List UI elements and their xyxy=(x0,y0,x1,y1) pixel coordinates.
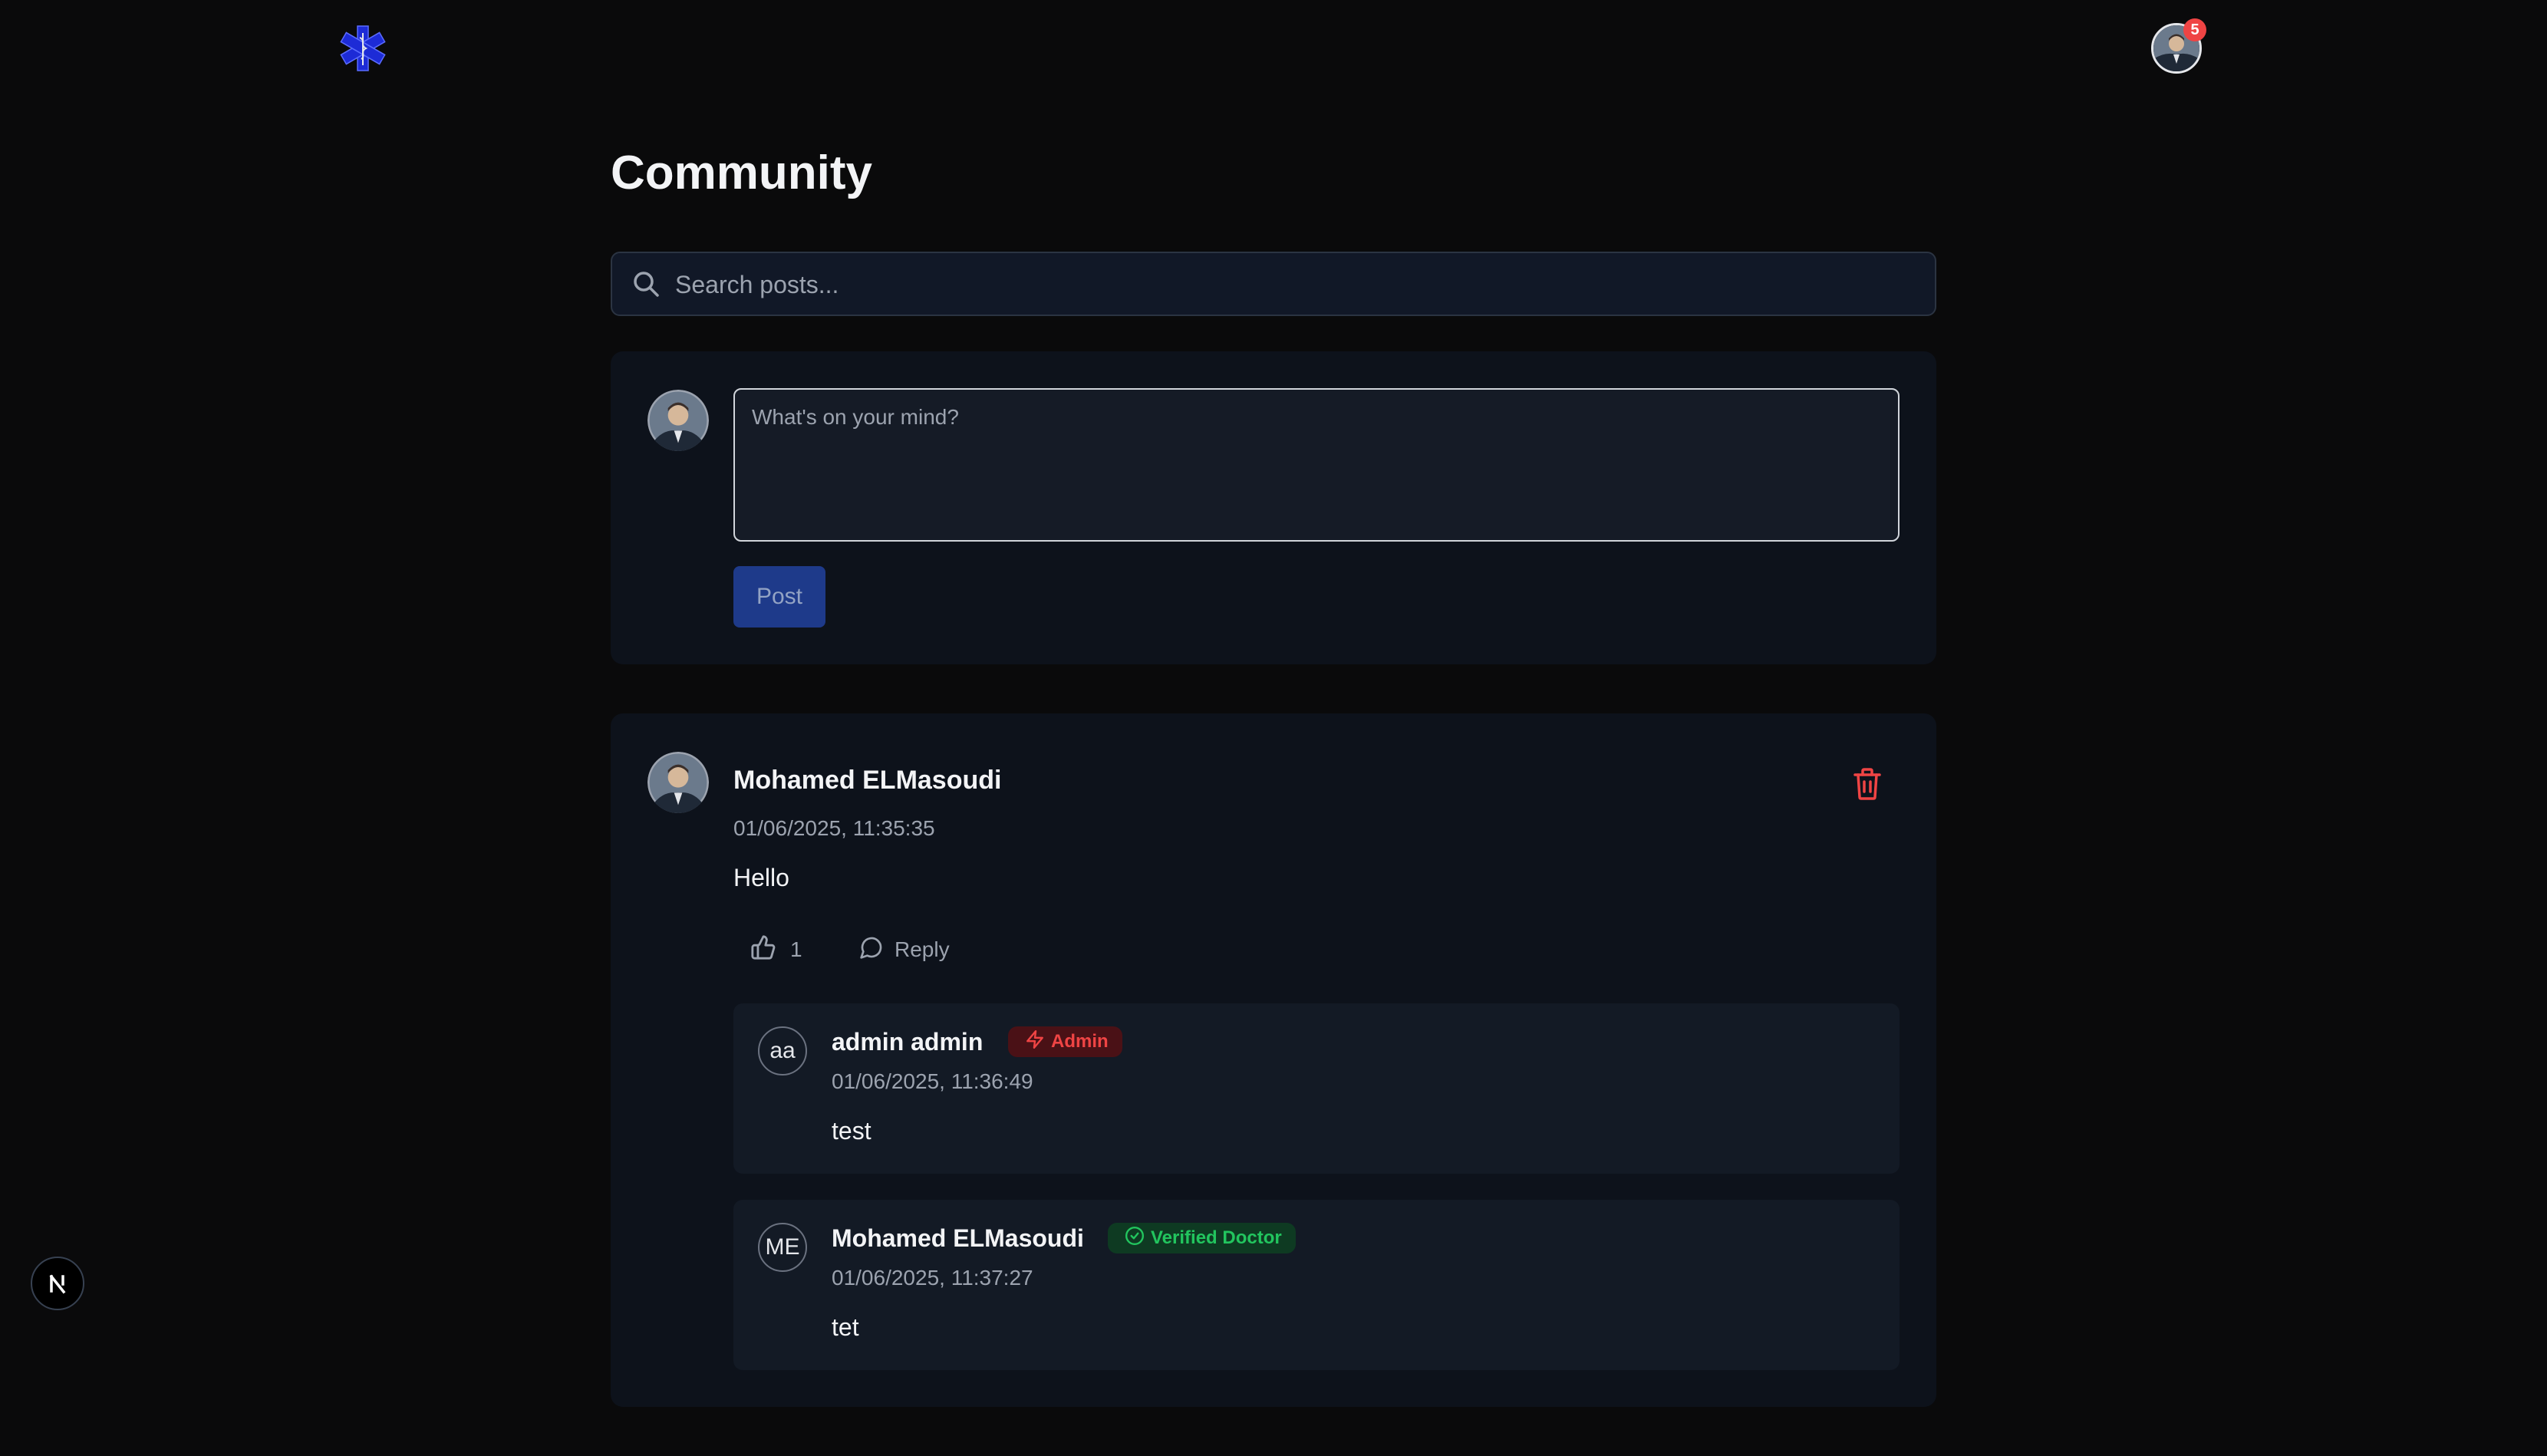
notification-count-badge: 5 xyxy=(2183,18,2206,41)
post-timestamp: 01/06/2025, 11:35:35 xyxy=(733,816,935,840)
verified-doctor-badge: Verified Doctor xyxy=(1108,1223,1296,1253)
post-composer: Post xyxy=(611,351,1936,664)
badge-label: Admin xyxy=(1051,1031,1109,1052)
reply-label: Reply xyxy=(895,937,950,961)
search-icon xyxy=(631,268,661,299)
comment-icon xyxy=(859,935,884,965)
thumbs-up-icon xyxy=(750,934,776,966)
reply-body: test xyxy=(832,1117,872,1145)
delete-icon[interactable] xyxy=(1852,767,1883,801)
admin-badge: Admin xyxy=(1008,1026,1122,1057)
author-avatar[interactable] xyxy=(647,752,709,813)
badge-label: Verified Doctor xyxy=(1151,1227,1282,1248)
lightning-icon xyxy=(1025,1029,1045,1055)
reply-button[interactable]: Reply xyxy=(859,931,950,968)
post-textarea[interactable] xyxy=(733,388,1900,542)
search-input[interactable] xyxy=(674,253,1919,316)
post-card: Mohamed ELMasoudi 01/06/2025, 11:35:35 H… xyxy=(611,713,1936,1407)
reply-author-name[interactable]: Mohamed ELMasoudi xyxy=(832,1224,1084,1253)
check-circle-icon xyxy=(1125,1226,1145,1251)
search-bar xyxy=(611,252,1936,316)
reply-author-name[interactable]: admin admin xyxy=(832,1028,983,1056)
reply-avatar[interactable]: ME xyxy=(758,1223,807,1272)
composer-avatar xyxy=(647,390,709,451)
reply-avatar[interactable]: aa xyxy=(758,1026,807,1076)
reply-item: aa admin admin Admin 01/06/2025, 11:36:4… xyxy=(733,1003,1900,1174)
reply-body: tet xyxy=(832,1313,859,1341)
nextjs-dev-indicator-icon[interactable] xyxy=(31,1257,84,1310)
reply-timestamp: 01/06/2025, 11:36:49 xyxy=(832,1069,1033,1093)
like-count: 1 xyxy=(790,937,802,961)
top-header: 5 xyxy=(0,0,2547,100)
post-button[interactable]: Post xyxy=(733,566,825,628)
page-title: Community xyxy=(611,147,872,199)
star-of-life-icon[interactable] xyxy=(338,23,388,74)
like-button[interactable]: 1 xyxy=(750,931,802,968)
reply-item: ME Mohamed ELMasoudi Verified Doctor 01/… xyxy=(733,1200,1900,1370)
post-body: Hello xyxy=(733,864,789,891)
post-author-name[interactable]: Mohamed ELMasoudi xyxy=(733,766,1001,796)
reply-timestamp: 01/06/2025, 11:37:27 xyxy=(832,1266,1033,1290)
